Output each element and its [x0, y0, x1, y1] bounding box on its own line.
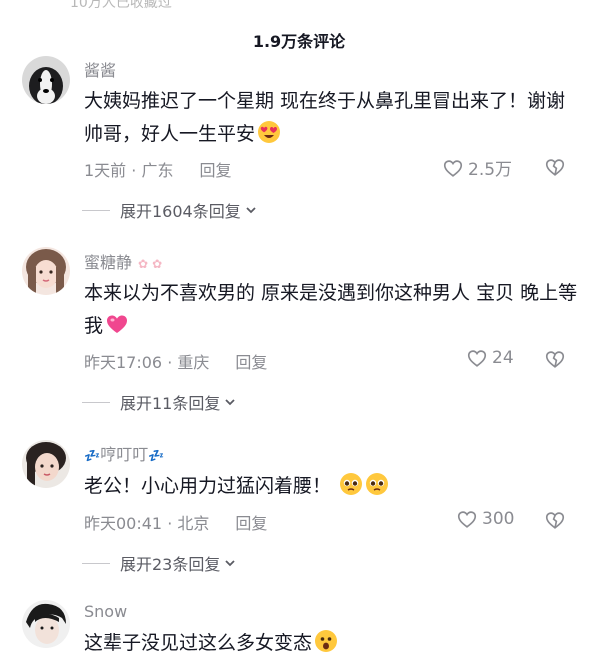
broken-heart-icon[interactable] [544, 348, 566, 370]
broken-heart-icon[interactable] [544, 156, 566, 178]
like-count: 300 [482, 509, 515, 529]
expand-replies-button[interactable]: 展开11条回复 [82, 390, 237, 414]
expand-replies-button[interactable]: 展开1604条回复 [82, 198, 258, 222]
comment-time-location: 昨天17:06 · 重庆 [84, 353, 210, 372]
chevron-down-icon [225, 560, 236, 567]
expand-replies-label: 展开23条回复 [120, 555, 221, 574]
sleep-zzz-right-icon: 💤 [148, 449, 165, 464]
divider-line [82, 209, 110, 211]
comment-text-content: 本来以为不喜欢男的 原来是没遇到你这种男人 宝贝 晚上等我 [84, 282, 578, 337]
comment-time-location: 昨天00:41 · 北京 [84, 514, 210, 533]
expand-replies-label: 展开11条回复 [120, 394, 221, 413]
avatar[interactable] [22, 600, 70, 648]
reply-button[interactable]: 回复 [199, 161, 231, 180]
like-count: 2.5万 [468, 160, 513, 180]
username-label: 蜜糖静 [84, 253, 133, 272]
comment-username[interactable]: 💤哼叮叮💤 [84, 441, 164, 465]
expand-replies-button[interactable]: 展开23条回复 [82, 551, 237, 575]
comments-count-title: 1.9万条评论 [252, 32, 346, 51]
comment-text-content: 这辈子没见过这么多女变态 [84, 632, 313, 654]
heart-eyes-emoji-icon [257, 120, 281, 144]
like-button[interactable]: 2.5万 [442, 155, 512, 180]
comment-username[interactable]: Snow [84, 602, 127, 621]
reply-button[interactable]: 回复 [235, 353, 267, 372]
username-label: 哼叮叮 [100, 445, 149, 464]
divider-line [82, 562, 110, 564]
comment-meta: 昨天17:06 · 重庆 回复 [84, 349, 267, 373]
pleading-face-emoji-icon [365, 472, 389, 496]
comment-username[interactable]: 酱酱 [84, 57, 116, 81]
decoration-flowers-icon: ✿✿ [138, 257, 167, 271]
like-button[interactable]: 24 [466, 347, 514, 369]
comment-text: 这辈子没见过这么多女变态 [84, 627, 580, 660]
sleep-zzz-left-icon: 💤 [84, 449, 101, 464]
chevron-down-icon [225, 399, 236, 406]
comment-meta: 1天前 · 广东 回复 [84, 157, 231, 181]
divider-line [82, 401, 110, 403]
heart-outline-icon [467, 350, 487, 367]
reply-button[interactable]: 回复 [235, 514, 267, 533]
comment-time-location: 1天前 · 广东 [84, 161, 174, 180]
chevron-down-icon [246, 207, 256, 214]
comment-text-content: 大姨妈推迟了一个星期 现在终于从鼻孔里冒出来了！谢谢帅哥，好人一生平安 [84, 90, 566, 145]
comment-text: 大姨妈推迟了一个星期 现在终于从鼻孔里冒出来了！谢谢帅哥，好人一生平安 [84, 85, 580, 151]
comment-text-content: 老公！小心用力过猛闪着腰！ [84, 475, 332, 497]
avatar[interactable] [22, 247, 70, 295]
avatar[interactable] [22, 56, 70, 104]
avatar[interactable] [22, 440, 70, 488]
pleading-face-emoji-icon [339, 472, 363, 496]
expand-replies-label: 展开1604条回复 [120, 202, 241, 221]
comment-meta: 昨天00:41 · 北京 回复 [84, 510, 267, 534]
pink-heart-emoji-icon [105, 312, 129, 336]
comment-text: 老公！小心用力过猛闪着腰！ [84, 470, 580, 503]
broken-heart-icon[interactable] [544, 509, 566, 531]
comment-username[interactable]: 蜜糖静 ✿✿ [84, 249, 166, 273]
like-button[interactable]: 300 [456, 508, 514, 530]
comment-text: 本来以为不喜欢男的 原来是没遇到你这种男人 宝贝 晚上等我 [84, 277, 580, 343]
fearful-face-emoji-icon [314, 629, 338, 653]
previous-content-cut: 10万人已收藏过 [70, 0, 172, 11]
like-count: 24 [492, 348, 514, 368]
heart-outline-icon [457, 511, 477, 528]
heart-outline-icon [443, 159, 463, 177]
